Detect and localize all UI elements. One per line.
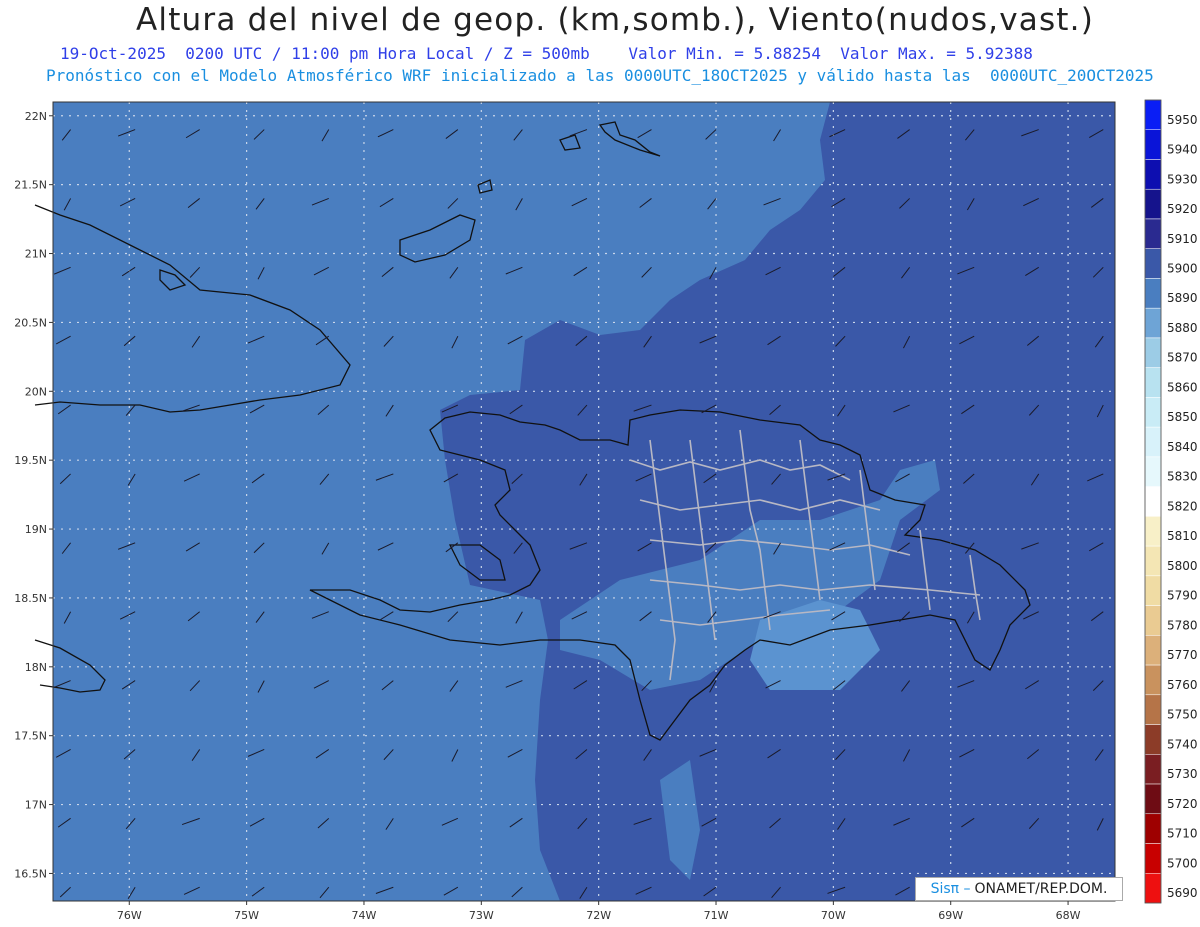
lat-label: 20.5N	[14, 316, 47, 329]
colorbar-label: 5910	[1167, 232, 1198, 246]
credit-box: Sisπ – ONAMET/REP.DOM.	[915, 877, 1123, 901]
lon-label: 72W	[586, 909, 611, 922]
colorbar-label: 5930	[1167, 172, 1198, 186]
lat-label: 19.5N	[14, 454, 47, 467]
colorbar-swatch	[1144, 218, 1162, 249]
lat-label: 21.5N	[14, 179, 47, 192]
lat-label: 22N	[25, 110, 47, 123]
colorbar-label: 5740	[1167, 737, 1198, 751]
colorbar-swatch	[1144, 605, 1162, 636]
lat-label: 16.5N	[14, 867, 47, 880]
colorbar-swatch	[1144, 813, 1162, 844]
colorbar-label: 5920	[1167, 202, 1198, 216]
colorbar-swatch	[1144, 456, 1162, 487]
colorbar-label: 5890	[1167, 291, 1198, 305]
colorbar-label: 5810	[1167, 529, 1198, 543]
colorbar-swatch	[1144, 129, 1162, 160]
colorbar-swatch	[1144, 843, 1162, 874]
colorbar-label: 5950	[1167, 113, 1198, 127]
colorbar-label: 5830	[1167, 470, 1198, 484]
colorbar-label: 5900	[1167, 261, 1198, 275]
colorbar-label: 5820	[1167, 499, 1198, 513]
colorbar-label: 5700	[1167, 856, 1198, 870]
colorbar-swatch	[1144, 516, 1162, 547]
lat-label: 20N	[25, 385, 47, 398]
colorbar-label: 5730	[1167, 767, 1198, 781]
colorbar-swatch	[1144, 248, 1162, 279]
colorbar-label: 5770	[1167, 648, 1198, 662]
colorbar-swatch	[1144, 694, 1162, 725]
lat-label: 17N	[25, 799, 47, 812]
credit-org: ONAMET/REP.DOM.	[974, 881, 1108, 897]
colorbar-swatch	[1144, 783, 1162, 815]
lat-label: 17.5N	[14, 730, 47, 743]
colorbar-swatch	[1144, 635, 1162, 666]
lon-label: 76W	[117, 909, 142, 922]
colorbar-label: 5710	[1167, 827, 1198, 841]
colorbar-label: 5840	[1167, 440, 1198, 454]
colorbar-swatch	[1144, 664, 1162, 696]
colorbar-swatch	[1144, 188, 1162, 220]
colorbar-swatch	[1144, 278, 1162, 309]
lat-label: 18.5N	[14, 592, 47, 605]
colorbar-swatch	[1144, 486, 1162, 517]
weather-map: 22N 21.5N 21N 20.5N 20N 19.5N 19N 18.5N 18N 17.5N…	[14, 99, 1198, 922]
lon-label: 75W	[234, 909, 259, 922]
colorbar-swatch	[1144, 724, 1162, 755]
lon-label: 71W	[704, 909, 729, 922]
lat-label: 19N	[25, 523, 47, 536]
credit-brand: Sisπ –	[930, 881, 971, 897]
colorbar-label: 5860	[1167, 380, 1198, 394]
colorbar-swatch	[1144, 873, 1162, 904]
colorbar-swatch	[1144, 337, 1162, 368]
lon-label: 68W	[1056, 909, 1081, 922]
colorbar-swatch	[1144, 575, 1162, 606]
colorbar-label: 5880	[1167, 321, 1198, 335]
lat-label: 21N	[25, 248, 47, 261]
colorbar-label: 5780	[1167, 618, 1198, 632]
colorbar-label: 5790	[1167, 589, 1198, 603]
colorbar-label: 5870	[1167, 351, 1198, 365]
colorbar-swatch	[1144, 545, 1162, 577]
colorbar-label: 5800	[1167, 559, 1198, 573]
lat-label: 18N	[25, 661, 47, 674]
colorbar-swatch	[1144, 99, 1162, 130]
colorbar-swatch	[1144, 307, 1162, 339]
colorbar-swatch	[1144, 397, 1162, 428]
colorbar-swatch	[1144, 367, 1162, 398]
lon-label: 70W	[821, 909, 846, 922]
colorbar-swatch	[1144, 754, 1162, 785]
colorbar-swatch	[1144, 426, 1162, 458]
lon-label: 74W	[352, 909, 377, 922]
colorbar-label: 5760	[1167, 678, 1198, 692]
colorbar-label: 5850	[1167, 410, 1198, 424]
colorbar-label: 5690	[1167, 886, 1198, 900]
colorbar-label: 5940	[1167, 143, 1198, 157]
lon-label: 73W	[469, 909, 494, 922]
colorbar-swatch	[1144, 159, 1162, 190]
colorbar-label: 5720	[1167, 797, 1198, 811]
lon-label: 69W	[938, 909, 963, 922]
colorbar-label: 5750	[1167, 708, 1198, 722]
